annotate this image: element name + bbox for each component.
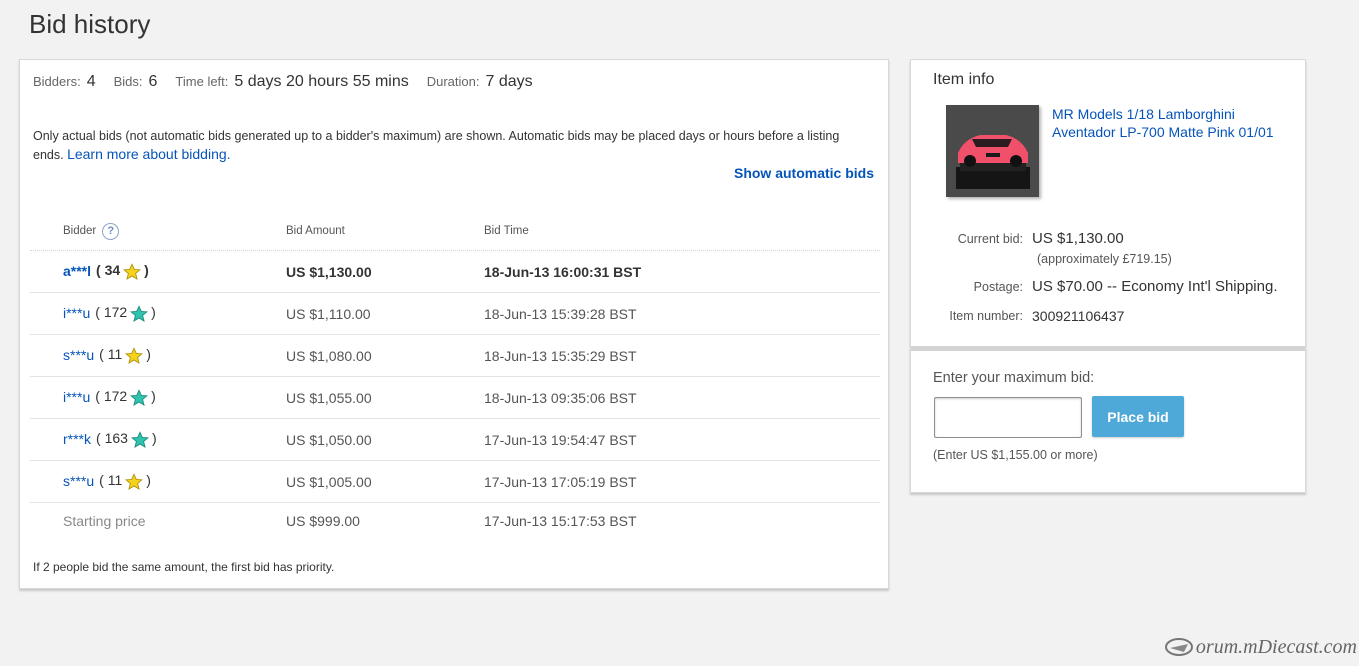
feedback-score-value: 163	[104, 430, 128, 447]
min-bid-hint: (Enter US $1,155.00 or more)	[933, 448, 1098, 462]
table-row: s***u ( 11) US $1,080.00 18-Jun-13 15:35:29…	[30, 335, 880, 377]
max-bid-input[interactable]	[934, 397, 1082, 438]
item-title-link[interactable]: MR Models 1/18 Lamborghini Aventador LP-…	[1052, 105, 1292, 141]
bid-amount: US $1,050.00	[286, 431, 372, 448]
starting-price-amount: US $999.00	[286, 513, 360, 529]
table-row: r***k ( 163) US $1,050.00 17-Jun-13 19:54:4…	[30, 419, 880, 461]
bidders-label: Bidders:	[33, 74, 81, 89]
bid-time: 17-Jun-13 17:05:19 BST	[484, 473, 637, 490]
time-left-value: 5 days 20 hours 55 mins	[234, 73, 409, 90]
bidder-link[interactable]: s***u	[63, 347, 94, 363]
feedback-score-value: 11	[107, 346, 123, 363]
duration-value: 7 days	[485, 73, 533, 90]
duration-label: Duration:	[426, 74, 480, 89]
yellow-star-icon	[125, 472, 144, 490]
bidder-cell: s***u ( 11)	[63, 346, 151, 364]
feedback-score: ( 172)	[95, 304, 156, 322]
item-number-label: Item number:	[949, 309, 1023, 323]
page-title: Bid history	[29, 9, 151, 39]
bid-amount: US $1,080.00	[286, 347, 372, 364]
approx-price: (approximately £719.15)	[1037, 252, 1172, 266]
table-row: s***u ( 11) US $1,005.00 17-Jun-13 17:05:19…	[30, 461, 880, 503]
postage-label: Postage:	[973, 280, 1023, 294]
current-bid-value: US $1,130.00	[1032, 230, 1124, 247]
feedback-score-value: 172	[103, 388, 128, 405]
yellow-star-icon	[123, 262, 142, 280]
section-divider	[911, 346, 1305, 351]
watermark-text: orum.mDiecast.com	[1195, 635, 1357, 658]
max-bid-label: Enter your maximum bid:	[933, 370, 1095, 386]
bidder-link[interactable]: a***l	[63, 263, 91, 279]
bidder-cell: i***u ( 172)	[63, 388, 156, 406]
starting-price-time: 17-Jun-13 15:17:53 BST	[484, 513, 637, 529]
feedback-score: ( 172)	[95, 388, 156, 406]
bid-table: Bidder ? Bid Amount Bid Time a***l ( 34) U…	[30, 212, 880, 539]
feedback-score: ( 163)	[96, 430, 157, 448]
feedback-score: ( 11)	[99, 472, 151, 490]
table-row: i***u ( 172) US $1,110.00 18-Jun-13 15:39:2…	[30, 293, 880, 335]
bid-history-panel: Bidders: 4 Bids: 6 Time left: 5 days 20 …	[19, 59, 889, 589]
bid-amount: US $1,130.00	[286, 263, 372, 280]
help-icon[interactable]: ?	[102, 222, 120, 240]
bidder-link[interactable]: s***u	[63, 473, 94, 489]
table-header: Bidder ? Bid Amount Bid Time	[30, 212, 880, 251]
bidder-cell: i***u ( 172)	[63, 304, 156, 322]
item-info-title: Item info	[933, 71, 995, 88]
watermark: orum.mDiecast.com	[1164, 634, 1357, 660]
feedback-score-value: 172	[103, 304, 128, 321]
bidder-column-header: Bidder ?	[63, 222, 120, 240]
bidders-count: 4	[86, 73, 96, 90]
teal-star-icon	[130, 430, 149, 448]
learn-more-link[interactable]: Learn more about bidding.	[67, 146, 230, 162]
bid-amount: US $1,005.00	[286, 473, 372, 490]
bid-amount: US $1,110.00	[286, 305, 371, 322]
item-number-value: 300921106437	[1032, 308, 1125, 324]
bid-time: 18-Jun-13 15:35:29 BST	[484, 347, 637, 364]
bidder-header-label: Bidder	[63, 225, 97, 237]
current-bid-label: Current bid:	[957, 232, 1023, 246]
bidder-link[interactable]: r***k	[63, 431, 91, 447]
amount-column-header: Bid Amount	[286, 225, 345, 237]
bid-time: 18-Jun-13 09:35:06 BST	[484, 389, 637, 406]
bids-label: Bids:	[113, 74, 143, 89]
bid-time: 17-Jun-13 19:54:47 BST	[484, 431, 637, 448]
priority-footnote: If 2 people bid the same amount, the fir…	[33, 560, 335, 574]
starting-price-row: Starting price US $999.00 17-Jun-13 15:1…	[30, 503, 880, 539]
starting-price-label: Starting price	[63, 513, 146, 529]
bid-summary: Bidders: 4 Bids: 6 Time left: 5 days 20 …	[33, 73, 551, 91]
table-row: a***l ( 34) US $1,130.00 18-Jun-13 16:00:31…	[30, 251, 880, 293]
bid-time: 18-Jun-13 16:00:31 BST	[484, 263, 642, 280]
feedback-score: ( 11)	[99, 346, 151, 364]
feedback-score: ( 34)	[96, 262, 149, 280]
table-row: i***u ( 172) US $1,055.00 18-Jun-13 09:35:0…	[30, 377, 880, 419]
car-image-icon	[946, 105, 1039, 197]
bidding-notice: Only actual bids (not automatic bids gen…	[33, 127, 863, 164]
bid-time: 18-Jun-13 15:39:28 BST	[484, 305, 637, 322]
postage-value: US $70.00 -- Economy Int'l Shipping.	[1032, 278, 1278, 295]
yellow-star-icon	[125, 346, 144, 364]
forum-logo-icon	[1164, 638, 1193, 656]
bids-count: 6	[148, 73, 158, 90]
bidder-link[interactable]: i***u	[63, 305, 90, 321]
item-info-panel: Item info MR Models 1/18 Lamborghini Ave…	[910, 59, 1306, 493]
feedback-score-value: 34	[104, 262, 121, 279]
bid-amount: US $1,055.00	[286, 389, 372, 406]
bidder-cell: a***l ( 34)	[63, 262, 149, 280]
place-bid-button[interactable]: Place bid	[1092, 396, 1184, 437]
item-thumbnail[interactable]	[946, 105, 1039, 197]
teal-star-icon	[130, 388, 149, 406]
bidder-link[interactable]: i***u	[63, 389, 90, 405]
show-automatic-bids-link[interactable]: Show automatic bids	[734, 165, 874, 181]
bidder-cell: s***u ( 11)	[63, 472, 151, 490]
teal-star-icon	[130, 304, 149, 322]
bidder-cell: r***k ( 163)	[63, 430, 157, 448]
feedback-score-value: 11	[107, 472, 123, 489]
time-left-label: Time left:	[175, 74, 229, 89]
time-column-header: Bid Time	[484, 225, 529, 237]
